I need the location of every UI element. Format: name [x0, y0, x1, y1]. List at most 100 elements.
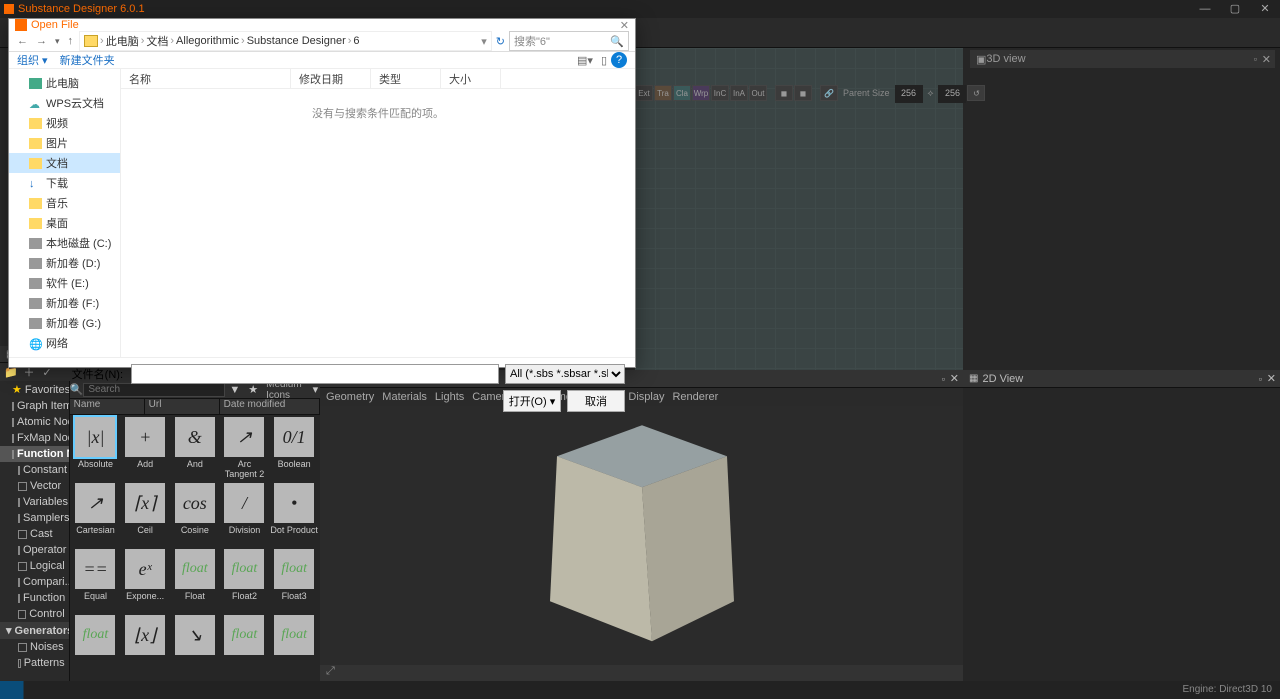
library-node-item[interactable]: cosCosine [171, 483, 219, 547]
nav-history-dropdown[interactable]: ▾ [53, 36, 62, 47]
col-type[interactable]: 类型 [371, 69, 441, 88]
library-node-item[interactable]: floatFloat [171, 549, 219, 613]
nav-forward-button[interactable]: → [34, 35, 49, 47]
view2d-panel[interactable] [963, 387, 1280, 681]
folder-tree-item[interactable]: 文档 [9, 153, 120, 173]
close-icon[interactable]: ✕ [950, 372, 959, 385]
graph-width-field[interactable]: 256 [895, 85, 923, 103]
library-node-item[interactable]: float [270, 615, 318, 679]
breadcrumb-item[interactable]: 此电脑 [106, 33, 139, 49]
library-node-grid[interactable]: |x|Absolute+Add&And↗Arc Tangent 20/1Bool… [70, 415, 320, 681]
breadcrumb-item[interactable]: Substance Designer [247, 35, 346, 47]
col-date[interactable]: 修改日期 [291, 69, 371, 88]
graph-btn-tra[interactable]: Tra [654, 85, 672, 101]
folder-tree-item[interactable]: 图片 [9, 133, 120, 153]
library-tree-item[interactable]: Operator [0, 542, 69, 558]
close-icon[interactable]: ✕ [1262, 53, 1271, 66]
library-node-item[interactable]: •Dot Product [270, 483, 318, 547]
undock-icon[interactable]: ▫ [1259, 374, 1262, 384]
preview-pane-button[interactable]: ▯ [597, 54, 611, 67]
help-button[interactable]: ? [611, 52, 627, 68]
graph-btn-square2-icon[interactable]: ◼ [794, 85, 812, 101]
folder-tree-item[interactable]: 桌面 [9, 213, 120, 233]
folder-tree-item[interactable]: 软件 (E:) [9, 273, 120, 293]
library-node-item[interactable]: |x|Absolute [72, 417, 120, 481]
folder-tree-item[interactable]: 此电脑 [9, 73, 120, 93]
graph-link-dim-icon[interactable]: ⟡ [924, 85, 938, 103]
new-folder-button[interactable]: 新建文件夹 [60, 52, 115, 68]
library-node-item[interactable]: ==Equal [72, 549, 120, 613]
view-options-button[interactable]: ▤▾ [573, 54, 597, 67]
folder-tree-item[interactable]: 🌐网络 [9, 333, 120, 353]
library-node-item[interactable]: ⌈x⌉Ceil [121, 483, 169, 547]
library-tree-item[interactable]: Vector [0, 478, 69, 494]
filetype-dropdown[interactable]: All (*.sbs *.sbsar *.sbsasm) [505, 364, 625, 384]
undock-icon[interactable]: ▫ [1254, 54, 1257, 64]
library-node-item[interactable]: ↘ [171, 615, 219, 679]
view3d-canvas[interactable] [320, 406, 963, 665]
graph-btn-cla[interactable]: Cla [673, 85, 691, 101]
graph-height-field[interactable]: 256 [938, 85, 966, 103]
folder-tree-item[interactable]: 新加卷 (F:) [9, 293, 120, 313]
library-node-item[interactable]: ↗Cartesian [72, 483, 120, 547]
graph-btn-ina[interactable]: InA [730, 85, 748, 101]
library-tree-item[interactable]: Logical [0, 558, 69, 574]
breadcrumb-item[interactable]: Allegorithmic [176, 35, 239, 47]
breadcrumb-item[interactable]: 文档 [146, 33, 168, 49]
dialog-folder-tree[interactable]: 此电脑☁WPS云文档视频图片文档↓下载音乐桌面本地磁盘 (C:)新加卷 (D:)… [9, 69, 121, 357]
graph-btn-out[interactable]: Out [749, 85, 767, 101]
organize-menu[interactable]: 组织 ▾ [17, 52, 48, 68]
library-tree-item[interactable]: Variables [0, 494, 69, 510]
library-node-item[interactable]: float [72, 615, 120, 679]
folder-tree-item[interactable]: 新加卷 (D:) [9, 253, 120, 273]
window-close-button[interactable]: ✕ [1250, 0, 1280, 18]
library-node-item[interactable]: &And [171, 417, 219, 481]
col-name[interactable]: 名称 [121, 69, 291, 88]
breadcrumb-item[interactable]: 6 [353, 35, 359, 47]
undock-icon[interactable]: ▫ [942, 374, 945, 384]
close-icon[interactable]: ✕ [1267, 372, 1276, 385]
open-button[interactable]: 打开(O) ▾ [503, 390, 561, 412]
graph-btn-link-icon[interactable]: 🔗 [820, 85, 838, 101]
library-tree-item[interactable]: Cast [0, 526, 69, 542]
graph-btn-wrp[interactable]: Wrp [692, 85, 710, 101]
window-minimize-button[interactable]: — [1190, 0, 1220, 18]
nav-back-button[interactable]: ← [15, 35, 30, 47]
breadcrumb[interactable]: › 此电脑› 文档› Allegorithmic› Substance Desi… [79, 31, 492, 51]
library-node-item[interactable]: /Division [221, 483, 269, 547]
library-node-item[interactable]: floatFloat2 [221, 549, 269, 613]
folder-tree-item[interactable]: ↓下载 [9, 173, 120, 193]
refresh-button[interactable]: ↻ [496, 35, 505, 48]
library-tree-item[interactable]: Noises [0, 639, 69, 655]
library-node-item[interactable]: float [221, 615, 269, 679]
cancel-button[interactable]: 取消 [567, 390, 625, 412]
folder-tree-item[interactable]: 音乐 [9, 193, 120, 213]
library-tree-item[interactable]: Function [0, 590, 69, 606]
library-node-item[interactable]: ⌊x⌋ [121, 615, 169, 679]
folder-tree-item[interactable]: 本地磁盘 (C:) [9, 233, 120, 253]
library-node-item[interactable]: eˣExpone... [121, 549, 169, 613]
graph-btn-ext[interactable]: Ext [635, 85, 653, 101]
library-tree-item[interactable]: Function N... [0, 446, 69, 462]
library-node-item[interactable]: ↗Arc Tangent 2 [221, 417, 269, 481]
library-node-item[interactable]: +Add [121, 417, 169, 481]
library-tree-item[interactable]: Compari... [0, 574, 69, 590]
graph-btn-reset-icon[interactable]: ↺ [967, 85, 985, 101]
library-tree-item[interactable]: Samplers [0, 510, 69, 526]
col-size[interactable]: 大小 [441, 69, 501, 88]
library-tree-item[interactable]: Patterns [0, 655, 69, 671]
folder-tree-item[interactable]: ☁WPS云文档 [9, 93, 120, 113]
library-tree-item[interactable]: FxMap Nodes [0, 430, 69, 446]
library-node-item[interactable]: 0/1Boolean [270, 417, 318, 481]
filename-input[interactable] [131, 364, 499, 384]
library-tree-item[interactable]: Constant [0, 462, 69, 478]
dialog-close-button[interactable]: ✕ [620, 19, 629, 32]
dialog-search-input[interactable]: 搜索"6" 🔍 [509, 31, 629, 51]
library-tree-item[interactable]: ▾ Generators [0, 622, 69, 639]
dialog-file-list[interactable]: 名称 修改日期 类型 大小 没有与搜索条件匹配的项。 [121, 69, 635, 357]
window-maximize-button[interactable]: ▢ [1220, 0, 1250, 18]
folder-tree-item[interactable]: 视频 [9, 113, 120, 133]
graph-btn-square1-icon[interactable]: ◼ [775, 85, 793, 101]
graph-btn-inc[interactable]: InC [711, 85, 729, 101]
library-node-item[interactable]: floatFloat3 [270, 549, 318, 613]
